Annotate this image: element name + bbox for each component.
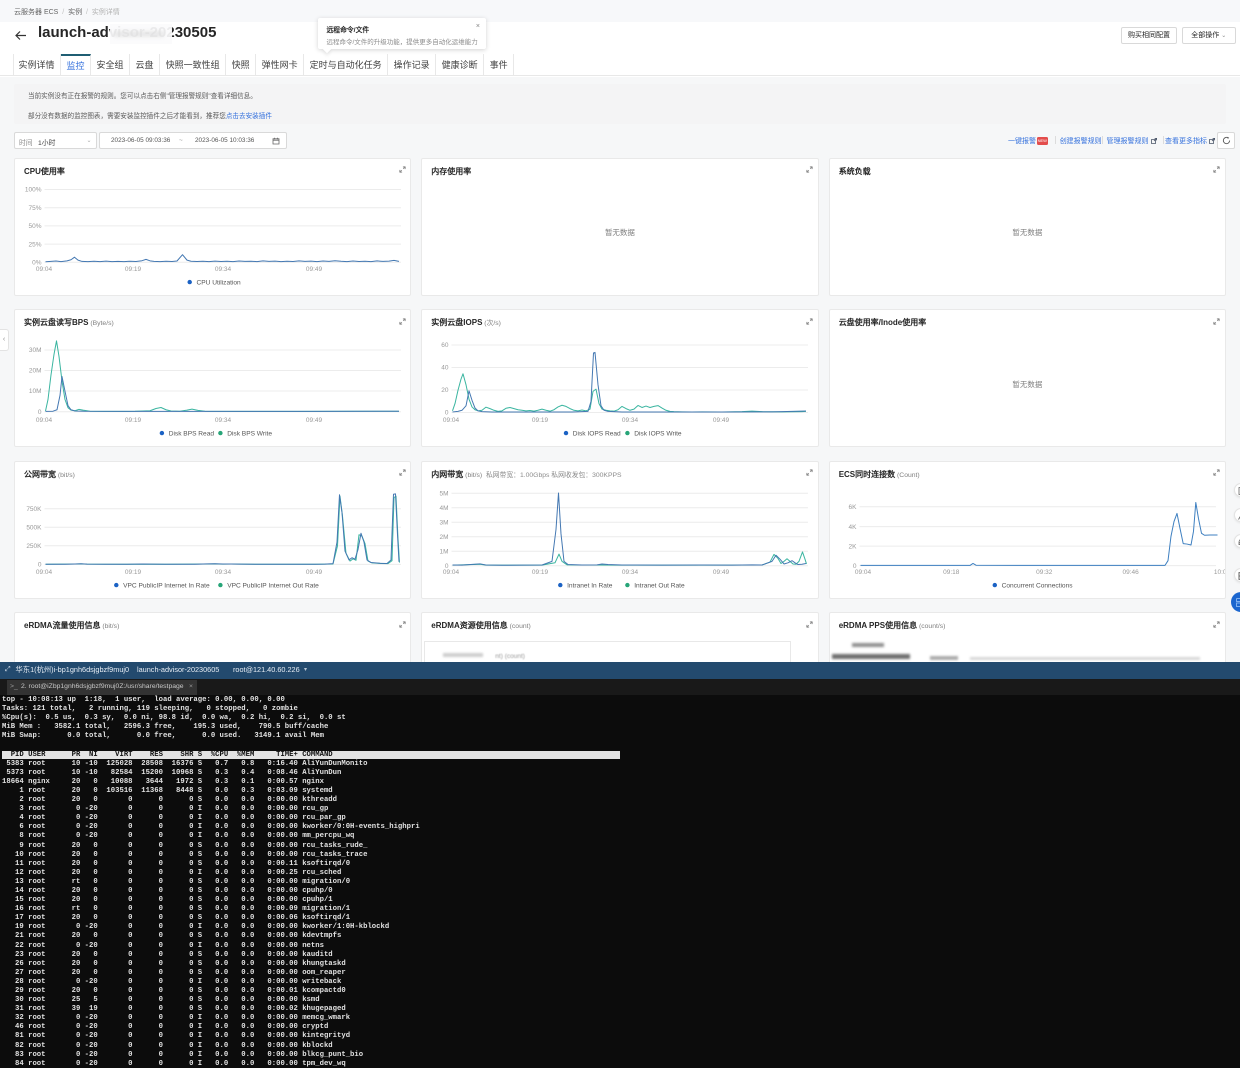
svg-text:5M: 5M bbox=[440, 490, 449, 497]
svg-text:3M: 3M bbox=[440, 519, 449, 526]
svg-text:4M: 4M bbox=[440, 505, 449, 512]
svg-text:40: 40 bbox=[442, 365, 450, 372]
svg-text:10:00: 10:00 bbox=[1214, 569, 1226, 576]
svg-text:50%: 50% bbox=[29, 223, 42, 230]
svg-text:09:04: 09:04 bbox=[855, 569, 872, 576]
svg-text:0: 0 bbox=[445, 410, 449, 417]
svg-text:09:19: 09:19 bbox=[532, 569, 549, 576]
svg-text:09:19: 09:19 bbox=[125, 265, 142, 272]
svg-text:09:49: 09:49 bbox=[713, 417, 730, 424]
svg-text:250K: 250K bbox=[26, 543, 42, 550]
svg-text:4K: 4K bbox=[848, 523, 857, 530]
svg-text:6K: 6K bbox=[848, 504, 857, 511]
svg-text:750K: 750K bbox=[26, 506, 42, 513]
svg-text:20M: 20M bbox=[29, 368, 42, 375]
svg-text:09:49: 09:49 bbox=[306, 417, 323, 424]
svg-text:2M: 2M bbox=[440, 534, 449, 541]
svg-text:VPC PublicIP Internet In Rate: VPC PublicIP Internet In Rate bbox=[123, 582, 210, 589]
svg-text:1M: 1M bbox=[440, 548, 449, 555]
svg-text:09:34: 09:34 bbox=[215, 569, 232, 576]
svg-text:Disk BPS Write: Disk BPS Write bbox=[227, 431, 272, 438]
svg-text:20: 20 bbox=[442, 387, 450, 394]
svg-text:09:34: 09:34 bbox=[622, 417, 639, 424]
svg-text:0: 0 bbox=[38, 561, 42, 568]
svg-text:09:04: 09:04 bbox=[36, 569, 53, 576]
svg-text:30M: 30M bbox=[29, 347, 42, 354]
svg-text:500K: 500K bbox=[26, 524, 42, 531]
svg-text:VPC PublicIP Internet Out Rate: VPC PublicIP Internet Out Rate bbox=[227, 582, 319, 589]
svg-text:09:49: 09:49 bbox=[713, 569, 730, 576]
svg-text:09:49: 09:49 bbox=[306, 569, 323, 576]
svg-text:10M: 10M bbox=[29, 388, 42, 395]
svg-text:09:04: 09:04 bbox=[36, 265, 53, 272]
svg-text:25%: 25% bbox=[29, 241, 42, 248]
svg-text:Disk IOPS Read: Disk IOPS Read bbox=[573, 431, 621, 438]
svg-text:09:19: 09:19 bbox=[125, 417, 142, 424]
svg-text:09:19: 09:19 bbox=[532, 417, 549, 424]
svg-text:Disk IOPS Write: Disk IOPS Write bbox=[634, 431, 682, 438]
svg-text:60: 60 bbox=[442, 342, 450, 349]
svg-text:2K: 2K bbox=[848, 543, 857, 550]
svg-text:09:46: 09:46 bbox=[1122, 569, 1139, 576]
svg-text:09:32: 09:32 bbox=[1036, 569, 1053, 576]
svg-text:CPU Utilization: CPU Utilization bbox=[196, 279, 241, 286]
svg-text:09:04: 09:04 bbox=[443, 569, 460, 576]
svg-text:09:04: 09:04 bbox=[36, 417, 53, 424]
svg-text:09:19: 09:19 bbox=[125, 569, 142, 576]
svg-text:0: 0 bbox=[38, 409, 42, 416]
svg-text:09:34: 09:34 bbox=[215, 417, 232, 424]
svg-text:Concurrent Connections: Concurrent Connections bbox=[1001, 582, 1073, 589]
svg-text:Disk BPS Read: Disk BPS Read bbox=[169, 431, 215, 438]
svg-text:Intranet Out Rate: Intranet Out Rate bbox=[634, 582, 685, 589]
svg-text:09:34: 09:34 bbox=[215, 265, 232, 272]
svg-text:09:49: 09:49 bbox=[306, 265, 323, 272]
svg-text:Intranet In Rate: Intranet In Rate bbox=[567, 582, 613, 589]
svg-text:09:18: 09:18 bbox=[943, 569, 960, 576]
svg-text:09:34: 09:34 bbox=[622, 569, 639, 576]
svg-text:100%: 100% bbox=[25, 186, 42, 193]
svg-text:09:04: 09:04 bbox=[443, 417, 460, 424]
svg-text:75%: 75% bbox=[29, 204, 42, 211]
